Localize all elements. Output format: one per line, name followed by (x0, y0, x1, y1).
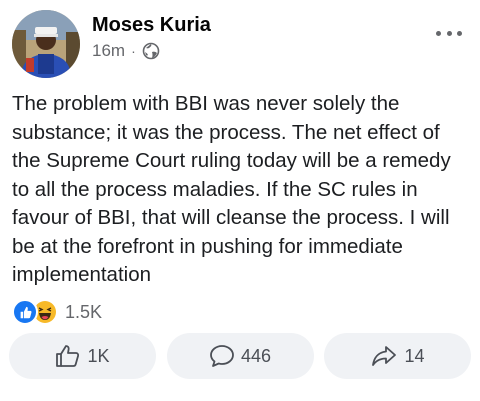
author-name[interactable]: Moses Kuria (92, 14, 211, 37)
like-icon (12, 299, 38, 325)
share-icon (372, 346, 397, 366)
avatar-image (12, 10, 80, 78)
post-meta: 16m · (92, 41, 160, 61)
reactions-summary[interactable]: 1.5K (12, 299, 102, 325)
share-count: 14 (404, 345, 425, 366)
action-bar: 1K 446 14 (9, 333, 471, 379)
like-count: 1K (87, 345, 110, 366)
more-options-icon[interactable] (436, 26, 462, 40)
comment-icon (210, 345, 234, 367)
thumbs-up-icon (56, 345, 80, 367)
share-button[interactable]: 14 (324, 333, 471, 379)
comment-button[interactable]: 446 (166, 333, 314, 379)
reactions-count: 1.5K (65, 301, 103, 322)
post-time[interactable]: 16m (92, 41, 125, 61)
like-button[interactable]: 1K (9, 333, 156, 379)
post-header: Moses Kuria 16m · (12, 10, 468, 80)
post-body: The problem with BBI was never solely th… (12, 92, 451, 286)
meta-separator: · (131, 43, 136, 59)
globe-icon (142, 42, 160, 60)
author-avatar[interactable] (12, 10, 80, 78)
comment-count: 446 (240, 345, 272, 366)
reaction-icons (12, 299, 58, 325)
